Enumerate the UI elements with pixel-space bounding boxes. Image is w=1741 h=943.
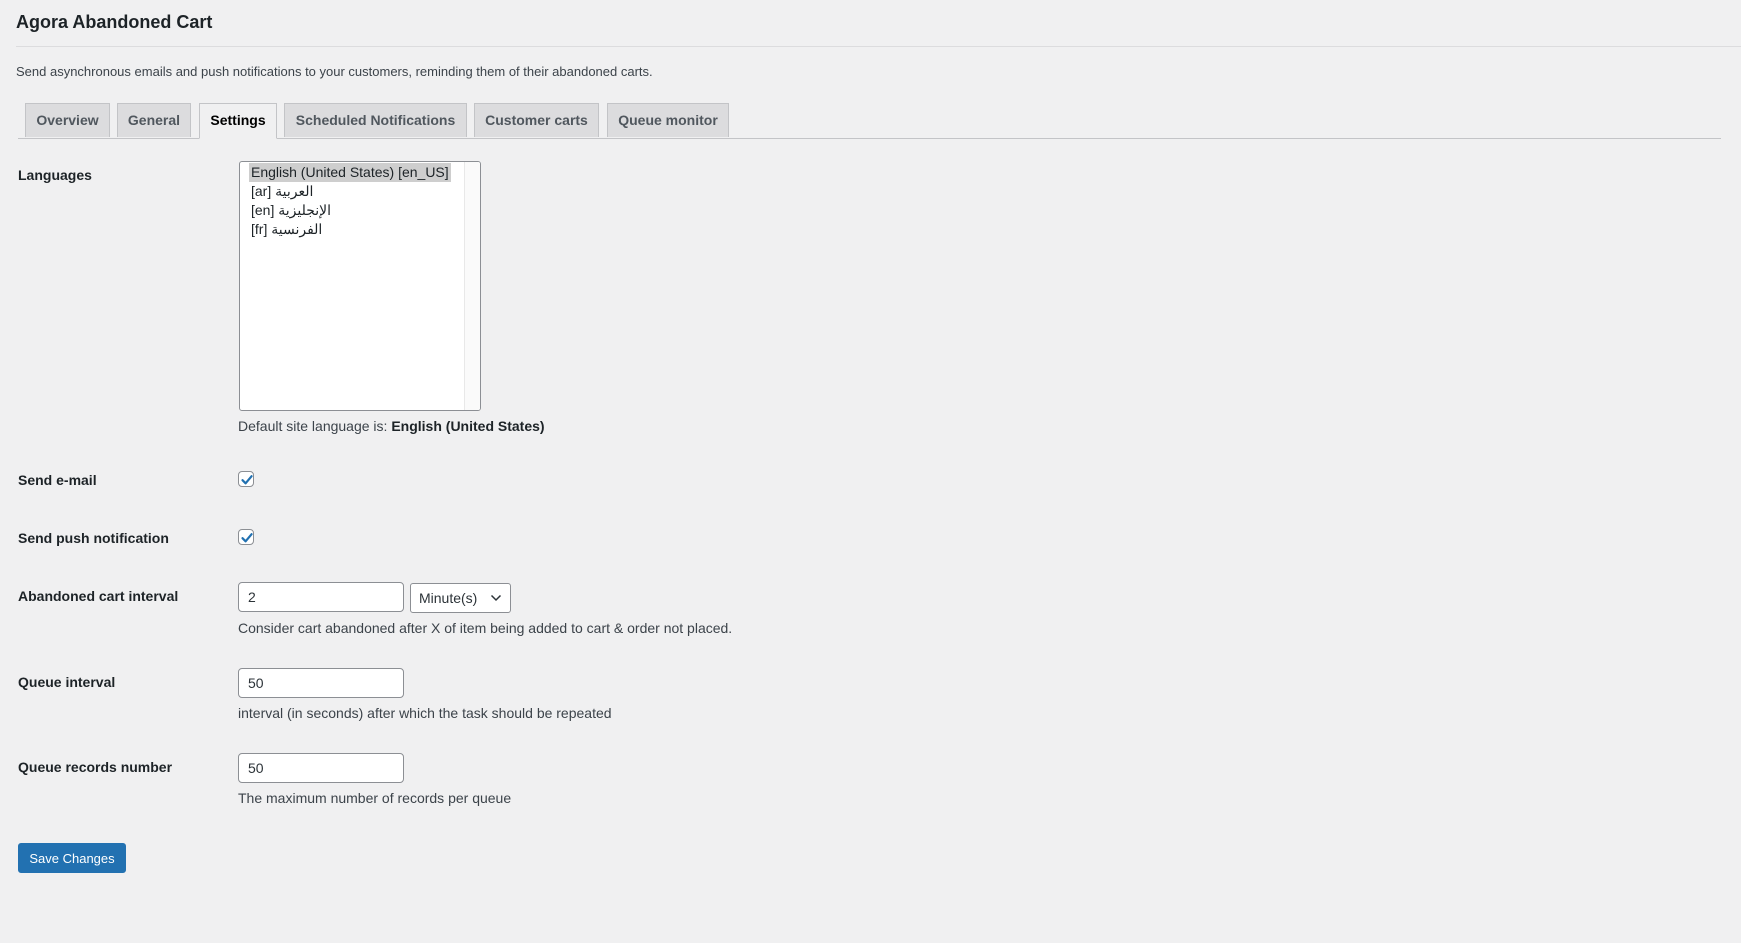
send-email-label: Send e-mail xyxy=(18,472,97,488)
abandoned-interval-hint: Consider cart abandoned after X of item … xyxy=(238,620,733,636)
interval-unit-select[interactable]: Minute(s) xyxy=(410,583,511,613)
language-option[interactable]: العربية [ar] xyxy=(249,182,315,201)
language-option[interactable]: الفرنسية [fr] xyxy=(249,220,324,239)
tab-settings[interactable]: Settings xyxy=(199,103,277,139)
listbox-scrollbar[interactable] xyxy=(464,162,480,410)
checkmark-icon xyxy=(241,533,253,543)
tab-customer-carts[interactable]: Customer carts xyxy=(474,103,599,137)
language-option[interactable]: English (United States) [en_US] xyxy=(249,163,451,182)
queue-records-label: Queue records number xyxy=(18,759,173,775)
save-changes-button[interactable]: Save Changes xyxy=(18,843,126,873)
queue-interval-label: Queue interval xyxy=(18,674,116,690)
tab-bar: Overview General Settings Scheduled Noti… xyxy=(18,103,1721,139)
checkmark-icon xyxy=(241,475,253,485)
page-title: Agora Abandoned Cart xyxy=(16,12,213,32)
interval-unit-value: Minute(s) xyxy=(419,590,478,606)
send-push-label: Send push notification xyxy=(18,530,169,546)
send-email-checkbox[interactable] xyxy=(238,471,254,487)
languages-label: Languages xyxy=(18,167,92,183)
abandoned-interval-label: Abandoned cart interval xyxy=(18,588,179,604)
queue-records-input[interactable]: 50 xyxy=(238,753,404,783)
tab-scheduled-notifications[interactable]: Scheduled Notifications xyxy=(284,103,467,137)
send-push-checkbox[interactable] xyxy=(238,529,254,545)
languages-listbox[interactable]: English (United States) [en_US] العربية … xyxy=(239,161,481,411)
page-description: Send asynchronous emails and push notifi… xyxy=(16,64,653,79)
queue-records-hint: The maximum number of records per queue xyxy=(238,790,512,806)
default-language-prefix: Default site language is: xyxy=(238,418,392,434)
queue-interval-input[interactable]: 50 xyxy=(238,668,404,698)
default-language-note: Default site language is: English (Unite… xyxy=(238,416,545,436)
abandoned-interval-input[interactable]: 2 xyxy=(238,582,404,612)
default-language-value: English (United States) xyxy=(391,418,545,434)
chevron-down-icon xyxy=(490,594,502,602)
title-divider xyxy=(16,46,1741,47)
tab-overview[interactable]: Overview xyxy=(25,103,110,137)
tab-general[interactable]: General xyxy=(117,103,191,137)
language-option[interactable]: الإنجليزية [en] xyxy=(249,201,333,220)
queue-interval-hint: interval (in seconds) after which the ta… xyxy=(238,705,612,721)
tab-queue-monitor[interactable]: Queue monitor xyxy=(607,103,729,137)
